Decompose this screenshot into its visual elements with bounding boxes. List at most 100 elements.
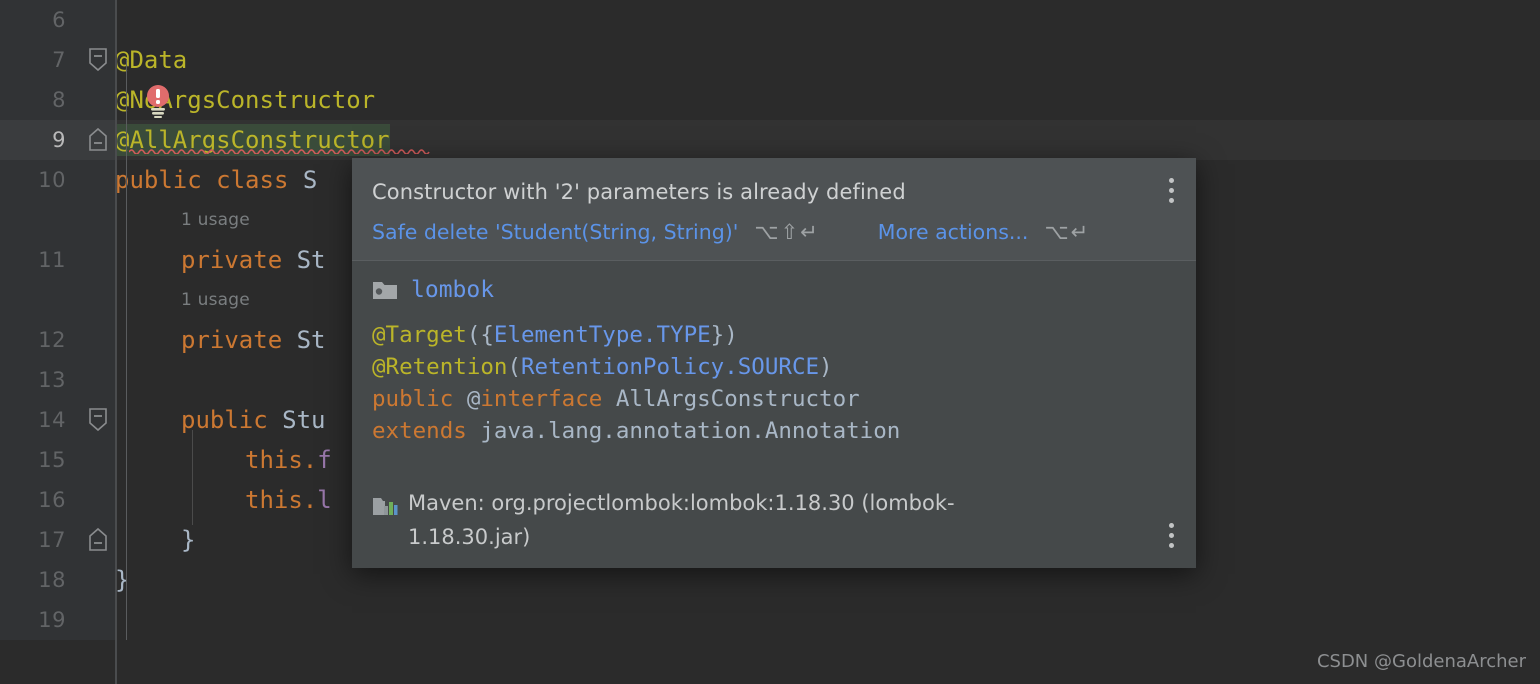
- line-number: 14: [38, 408, 66, 432]
- package-row: lombok: [372, 277, 1174, 303]
- line-number: 10: [38, 168, 66, 192]
- safe-delete-shortcut: ⌥⇧↵: [754, 220, 820, 244]
- fold-marker-close[interactable]: [80, 520, 115, 560]
- fold-open-icon: [88, 408, 107, 432]
- code-keyword: this.: [245, 486, 318, 514]
- retention-annotation: @Retention: [372, 354, 508, 380]
- code-line-text: }: [115, 566, 130, 594]
- popup-documentation-body: lombok @Target({ElementType.TYPE}) @Rete…: [352, 261, 1196, 457]
- popup-header: Constructor with '2' parameters is alrea…: [352, 158, 1196, 261]
- line-number: 18: [38, 568, 66, 592]
- line-number: 17: [38, 528, 66, 552]
- code-line-text: private St: [181, 326, 326, 354]
- error-squiggle-underline: [129, 149, 430, 154]
- fold-marker-close[interactable]: [80, 120, 115, 160]
- maven-coordinates: Maven: org.projectlombok:lombok:1.18.30 …: [408, 491, 955, 549]
- fold-gutter[interactable]: [80, 480, 115, 520]
- line-number: 12: [38, 328, 66, 352]
- editor-line[interactable]: 6: [0, 0, 1540, 40]
- dot: [1169, 533, 1174, 538]
- code-field: l: [317, 486, 332, 514]
- code-line-text: this.l: [245, 486, 332, 514]
- package-name: lombok: [411, 277, 495, 303]
- indent-guide: [192, 430, 193, 525]
- fold-close-icon: [88, 527, 107, 551]
- fold-gutter[interactable]: [80, 160, 115, 200]
- code-keyword: this.: [245, 446, 318, 474]
- fold-gutter[interactable]: [80, 0, 115, 40]
- maven-library-row: Maven: org.projectlombok:lombok:1.18.30 …: [372, 486, 1174, 554]
- editor-line[interactable]: 8 @NoArgsConstructor: [0, 80, 1540, 120]
- code-line-text: private St: [181, 246, 326, 274]
- extends-keyword: extends: [372, 418, 467, 444]
- fold-close-icon: [88, 127, 107, 151]
- code-field: f: [317, 446, 332, 474]
- code-line-text: public Stu: [181, 406, 326, 434]
- super-type-name: java.lang.annotation.Annotation: [480, 418, 901, 444]
- public-keyword: public: [372, 386, 454, 412]
- fold-gutter[interactable]: [80, 560, 115, 600]
- gutter-separator: [115, 0, 117, 684]
- line-number: 9: [52, 128, 66, 152]
- annotation-signature: @Target({ElementType.TYPE}) @Retention(R…: [372, 319, 1174, 447]
- code-type: St: [296, 326, 326, 354]
- editor-line[interactable]: 19: [0, 600, 1540, 640]
- target-annotation: @Target: [372, 322, 467, 348]
- vertical-dots-icon[interactable]: [1169, 178, 1174, 203]
- code-type: Stu: [282, 406, 326, 434]
- quick-fix-actions: Safe delete 'Student(String, String)' ⌥⇧…: [372, 220, 1172, 244]
- annotation-type-name: AllArgsConstructor: [615, 386, 860, 412]
- fold-region-line: [126, 60, 127, 640]
- fold-gutter: [80, 200, 115, 240]
- more-actions-link[interactable]: More actions...: [878, 220, 1029, 244]
- line-number: 15: [38, 448, 66, 472]
- package-folder-icon: [373, 282, 397, 299]
- vertical-dots-icon[interactable]: [1169, 523, 1174, 548]
- line-number: 7: [52, 48, 66, 72]
- code-type: St: [296, 246, 326, 274]
- watermark-text: CSDN @GoldenaArcher: [1316, 651, 1526, 672]
- fold-gutter[interactable]: [80, 240, 115, 280]
- element-type-value: ElementType.TYPE: [493, 322, 711, 348]
- line-number: 6: [52, 8, 66, 32]
- code-line-text: }: [181, 526, 196, 554]
- paren-close: ): [819, 354, 833, 380]
- code-line-text: public class S: [115, 166, 317, 194]
- fold-gutter[interactable]: [80, 440, 115, 480]
- fold-gutter[interactable]: [80, 80, 115, 120]
- maven-library-icon: [373, 498, 398, 515]
- fold-marker-open[interactable]: [80, 400, 115, 440]
- more-actions-shortcut: ⌥↵: [1044, 220, 1091, 244]
- code-keyword: public: [181, 406, 283, 434]
- line-number: 16: [38, 488, 66, 512]
- editor-line[interactable]: 7 @Data: [0, 40, 1540, 80]
- error-message: Constructor with '2' parameters is alrea…: [372, 180, 906, 204]
- paren-open: ({: [466, 322, 494, 348]
- dot: [1169, 523, 1174, 528]
- dot: [1169, 188, 1174, 193]
- line-number: 13: [38, 368, 66, 392]
- dot: [1169, 178, 1174, 183]
- fold-open-icon: [88, 48, 107, 72]
- usage-hint[interactable]: 1 usage: [181, 290, 250, 310]
- usage-hint[interactable]: 1 usage: [181, 210, 250, 230]
- line-number: 19: [38, 608, 66, 632]
- paren-open: (: [507, 354, 522, 380]
- code-line-text: this.f: [245, 446, 332, 474]
- dot: [1169, 543, 1174, 548]
- code-keyword: private: [181, 246, 297, 274]
- safe-delete-action-link[interactable]: Safe delete 'Student(String, String)': [372, 220, 738, 244]
- lightbulb-error-icon[interactable]: [143, 84, 173, 118]
- fold-gutter[interactable]: [80, 360, 115, 400]
- popup-footer: Maven: org.projectlombok:lombok:1.18.30 …: [352, 478, 1196, 568]
- at-symbol: @: [466, 386, 481, 412]
- fold-gutter: [80, 280, 115, 320]
- editor-line-current[interactable]: 9 @AllArgsConstructor: [0, 120, 1540, 160]
- fold-gutter[interactable]: [80, 600, 115, 640]
- fold-marker-open[interactable]: [80, 40, 115, 80]
- code-keyword: private: [181, 326, 297, 354]
- inspection-tooltip-popup[interactable]: Constructor with '2' parameters is alrea…: [352, 158, 1196, 568]
- fold-gutter[interactable]: [80, 320, 115, 360]
- code-class-name: S: [302, 166, 318, 194]
- code-keyword: public class: [115, 166, 303, 194]
